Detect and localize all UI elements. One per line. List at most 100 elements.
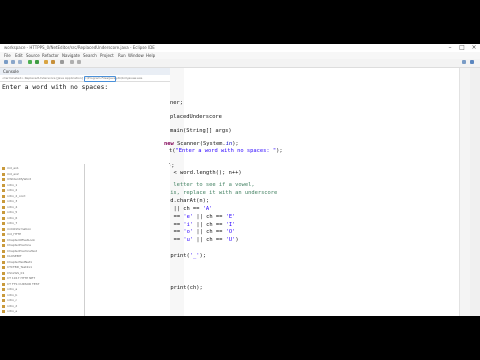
- tree-item-label: ChapterTestNet1: [7, 259, 33, 264]
- title-bar: workspace - HTTPPS_0/NetEditor/src/Repla…: [0, 44, 480, 52]
- new-package-icon[interactable]: [44, 60, 48, 64]
- code-text: Scanner(System.: [173, 141, 226, 147]
- new-class-icon[interactable]: [51, 60, 55, 64]
- menu-file[interactable]: File: [4, 52, 11, 59]
- code-text: .print(ch);: [167, 284, 203, 291]
- tree-item-label: nitro_d: [7, 303, 18, 308]
- tree-item-label: nitro_b: [7, 292, 18, 297]
- code-text: );: [199, 253, 207, 260]
- package-explorer: md_ex1 md_ex2 UWIdentifyWord nitro_1 nitro_2…: [0, 164, 85, 316]
- back-icon[interactable]: [70, 60, 74, 64]
- code-char-literal: 'u': [183, 237, 194, 244]
- menu-window[interactable]: Window: [128, 52, 144, 59]
- menu-navigate[interactable]: Navigate: [62, 52, 80, 59]
- java-perspective-icon[interactable]: [470, 60, 474, 64]
- search-icon[interactable]: [60, 60, 64, 64]
- menu-help[interactable]: Help: [146, 52, 155, 59]
- folder-icon: [2, 216, 5, 220]
- console-output-area[interactable]: Enter a word with no spaces:: [0, 82, 171, 164]
- folder-icon: [2, 277, 5, 280]
- tree-item-label: UWIdentifyWord: [7, 177, 32, 181]
- tree-item-label: md_HTTP: [7, 232, 22, 236]
- code-text: );: [232, 141, 239, 147]
- folder-icon: [2, 304, 5, 308]
- save-all-icon[interactable]: [18, 60, 22, 64]
- code-text: || ch ==: [193, 237, 226, 244]
- tree-item-label: CLOSEBIT: [7, 254, 22, 258]
- code-fragment-import: ner;: [170, 100, 183, 106]
- folder-icon: [2, 288, 5, 291]
- code-scanner-line: new Scanner(System.in);: [164, 141, 239, 147]
- code-string: "Enter a word with no spaces: ": [175, 148, 277, 154]
- editor-scrollbar[interactable]: [459, 68, 470, 316]
- menu-project[interactable]: Project: [100, 52, 114, 59]
- tree-item-label: nitro_2_cont: [7, 193, 26, 198]
- console-path-text: <terminated> ReplacedUnderscore [Java Ap…: [2, 76, 143, 80]
- folder-icon: [2, 211, 5, 214]
- code-fragment-class: placedUnderscore: [170, 114, 222, 120]
- tree-item-label: md4Information: [7, 226, 32, 231]
- console-tab-label: Console: [3, 69, 19, 74]
- new-file-icon[interactable]: [4, 60, 8, 64]
- menu-source[interactable]: Source: [26, 52, 40, 59]
- run-icon[interactable]: [35, 60, 39, 64]
- code-fragment-main: main(String[] args): [170, 128, 232, 134]
- tree-item-label: nitro_4: [7, 204, 18, 209]
- tree-item-label: CT 1917 HTTP NET: [7, 276, 36, 280]
- perspective-icon[interactable]: [462, 60, 466, 64]
- debug-icon[interactable]: [28, 60, 32, 64]
- save-icon[interactable]: [11, 60, 15, 64]
- eclipse-window: workspace - HTTPPS_0/NetEditor/src/Repla…: [0, 44, 480, 316]
- folder-icon: [2, 310, 5, 313]
- tree-item-label: CTCTBD_Test2x1: [7, 265, 33, 269]
- menu-bar: File Edit Source Refactor Navigate Searc…: [0, 52, 480, 59]
- tree-item-label: md_ex1: [7, 166, 19, 170]
- code-char-literal: 'O': [225, 229, 236, 236]
- code-editor-lower[interactable]: [84, 164, 170, 316]
- code-keyword: new: [164, 141, 174, 147]
- tree-item-label: nitro_e: [7, 309, 18, 313]
- code-editor[interactable]: ner; placedUnderscore main(String[] args…: [88, 68, 470, 316]
- tree-item-label: nitro_c: [7, 298, 18, 302]
- folder-icon: [2, 266, 5, 269]
- folder-icon: [2, 271, 5, 275]
- menu-search[interactable]: Search: [83, 52, 97, 59]
- tree-item-label: nitro_3: [7, 199, 18, 203]
- folder-icon: [2, 238, 5, 242]
- maximize-icon[interactable]: □: [458, 45, 466, 51]
- folder-icon: [2, 194, 5, 198]
- code-char-literal: '_': [189, 253, 200, 260]
- tree-item-label: md_ex2: [7, 171, 19, 176]
- code-text: || ch ==: [193, 213, 226, 220]
- folder-icon: [2, 222, 5, 225]
- code-text: );: [276, 148, 283, 154]
- toolbar: [0, 59, 480, 68]
- tree-item-label: nitro_a: [7, 287, 18, 291]
- code-print-line: t("Enter a word with no spaces: ");: [169, 148, 283, 154]
- minimize-icon[interactable]: –: [446, 45, 454, 51]
- window-title: workspace - HTTPPS_0/NetEditor/src/Repla…: [4, 45, 155, 50]
- menu-edit[interactable]: Edit: [15, 52, 23, 59]
- code-text: || ch ==: [170, 205, 203, 212]
- forward-icon[interactable]: [77, 60, 81, 64]
- code-char-literal: 'I': [225, 221, 236, 228]
- tree-item-label: nitro_1: [7, 182, 18, 187]
- code-text: || ch ==: [193, 221, 226, 228]
- code-text: ): [235, 237, 239, 244]
- folder-icon: [2, 172, 5, 176]
- code-char-literal: 'o': [183, 229, 194, 236]
- folder-icon: [2, 178, 5, 181]
- close-icon[interactable]: ×: [470, 45, 478, 51]
- folder-icon: [2, 189, 5, 192]
- code-char-literal: 'E': [225, 213, 236, 220]
- menu-run[interactable]: Run: [118, 52, 126, 59]
- tree-item-label: CS12GS_01: [7, 270, 25, 275]
- folder-icon: [2, 299, 5, 302]
- code-text: || ch ==: [193, 229, 226, 236]
- tree-item-label: nitro_2: [7, 188, 18, 192]
- tree-item-label: ChapterOffsetLook: [7, 237, 36, 242]
- folder-icon: [2, 260, 5, 264]
- folder-icon: [2, 205, 5, 209]
- menu-refactor[interactable]: Refactor: [42, 52, 59, 59]
- code-text: .print(: [167, 253, 190, 260]
